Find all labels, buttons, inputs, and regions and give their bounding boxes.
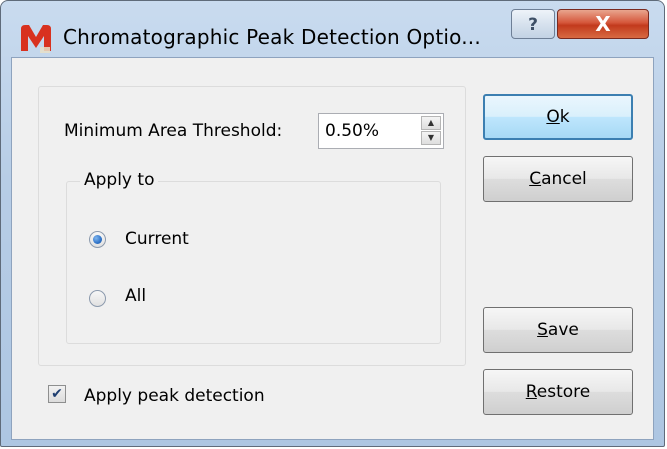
spin-up-button[interactable]: ▲ xyxy=(421,116,441,130)
apply-to-group xyxy=(66,181,441,344)
chevron-down-icon: ▼ xyxy=(427,133,435,142)
restore-button[interactable]: Restore xyxy=(483,369,633,415)
radio-current[interactable] xyxy=(89,231,106,248)
apply-peak-detection-checkbox[interactable]: ✔ xyxy=(48,385,66,403)
cancel-label: ancel xyxy=(541,169,587,189)
threshold-spinbox[interactable]: 0.50% ▲ ▼ xyxy=(318,113,444,149)
chevron-up-icon: ▲ xyxy=(427,118,435,127)
ok-label: k xyxy=(559,107,570,127)
save-label: ave xyxy=(547,320,579,340)
save-mnemonic: S xyxy=(537,320,548,340)
apply-to-legend: Apply to xyxy=(80,170,159,190)
radio-current-label[interactable]: Current xyxy=(125,229,189,249)
cancel-mnemonic: C xyxy=(529,169,542,189)
ok-mnemonic: O xyxy=(546,107,560,127)
app-logo-icon xyxy=(21,25,51,53)
radio-selected-dot xyxy=(93,235,102,244)
close-icon: X xyxy=(595,12,611,36)
window-title: Chromatographic Peak Detection Optio... xyxy=(63,25,481,49)
checkmark-icon: ✔ xyxy=(51,386,63,402)
threshold-label: Minimum Area Threshold: xyxy=(64,121,283,141)
save-button[interactable]: Save xyxy=(483,307,633,353)
close-button[interactable]: X xyxy=(557,9,649,39)
threshold-value[interactable]: 0.50% xyxy=(325,121,379,141)
spin-down-button[interactable]: ▼ xyxy=(421,131,441,145)
restore-label: estore xyxy=(536,382,591,402)
ok-button[interactable]: Ok xyxy=(483,94,633,140)
help-button[interactable]: ? xyxy=(511,9,555,39)
title-bar[interactable]: Chromatographic Peak Detection Optio... … xyxy=(1,1,664,57)
spin-buttons: ▲ ▼ xyxy=(421,116,441,146)
help-icon: ? xyxy=(528,15,538,35)
radio-all-label[interactable]: All xyxy=(125,286,146,306)
restore-mnemonic: R xyxy=(525,382,537,402)
apply-peak-detection-label[interactable]: Apply peak detection xyxy=(84,386,265,406)
cancel-button[interactable]: Cancel xyxy=(483,156,633,202)
radio-all[interactable] xyxy=(89,290,106,307)
